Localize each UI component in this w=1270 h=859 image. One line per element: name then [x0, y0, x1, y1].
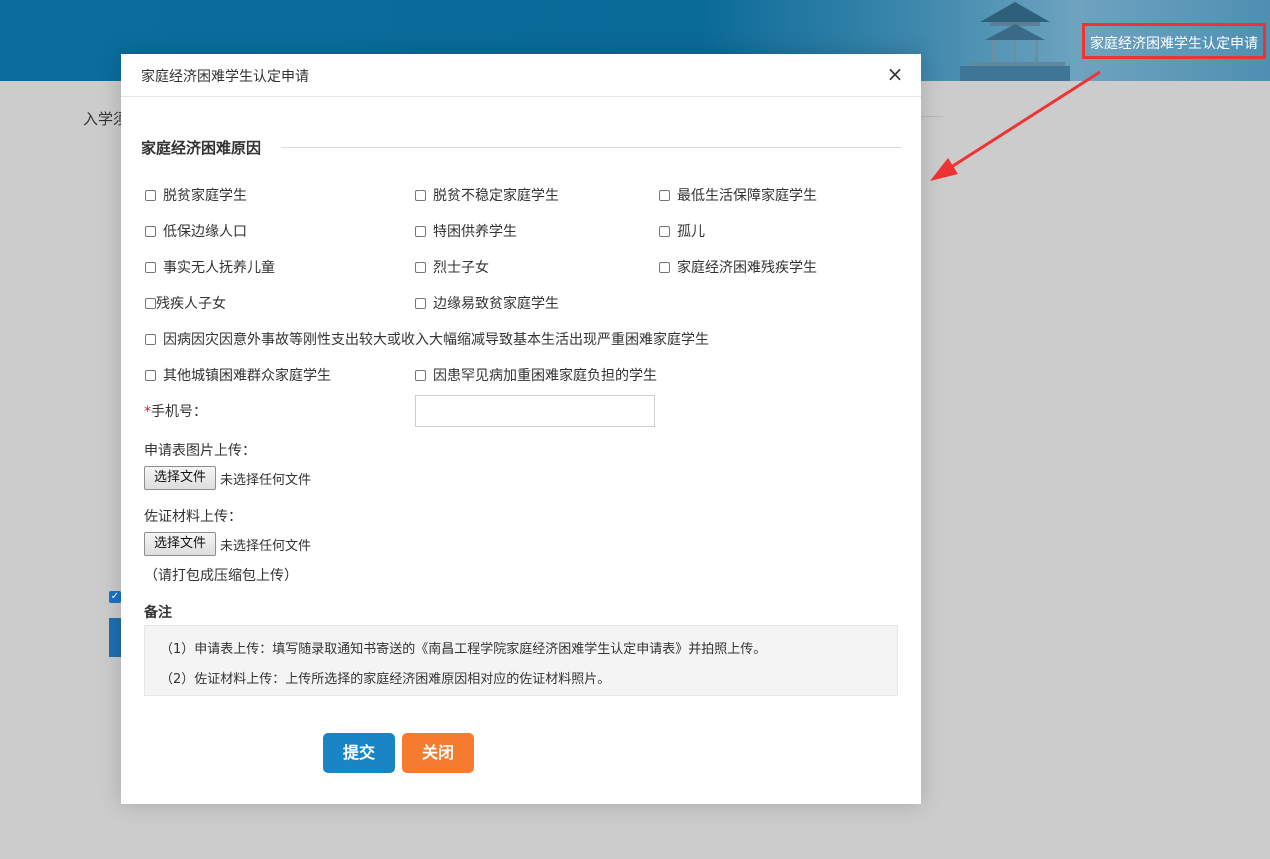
reason-label: 特困供养学生: [433, 224, 517, 240]
reason-checkbox[interactable]: 低保边缘人口: [145, 221, 247, 241]
checkbox-icon[interactable]: [415, 225, 426, 237]
checkbox-icon[interactable]: [415, 261, 426, 273]
phone-label-text: 手机号：: [151, 404, 207, 420]
reason-label: 低保边缘人口: [163, 224, 247, 240]
reason-checkbox[interactable]: 因病因灾因意外事故等刚性支出较大或收入大幅缩减导致基本生活出现严重困难家庭学生: [145, 329, 709, 349]
checkbox-icon[interactable]: [415, 297, 426, 309]
reason-checkbox[interactable]: 边缘易致贫家庭学生: [415, 293, 559, 313]
reason-label: 因患罕见病加重困难家庭负担的学生: [433, 368, 657, 384]
reason-checkbox[interactable]: 特困供养学生: [415, 221, 517, 241]
scroll-up-icon[interactable]: ^: [1243, 0, 1255, 10]
checkbox-icon[interactable]: [145, 333, 156, 345]
checkbox-icon[interactable]: [659, 225, 670, 237]
reason-checkbox[interactable]: 其他城镇困难群众家庭学生: [145, 365, 331, 385]
checkbox-icon[interactable]: [145, 297, 156, 309]
reason-checkbox[interactable]: 最低生活保障家庭学生: [659, 185, 817, 205]
section-divider: [281, 147, 901, 148]
checkbox-icon[interactable]: [415, 189, 426, 201]
reason-label: 脱贫不稳定家庭学生: [433, 188, 559, 204]
reason-label: 最低生活保障家庭学生: [677, 188, 817, 204]
background-checkbox[interactable]: ✓: [109, 591, 121, 603]
reason-checkbox[interactable]: 孤儿: [659, 221, 705, 241]
notes-box: （1）申请表上传：填写随录取通知书寄送的《南昌工程学院家庭经济困难学生认定申请表…: [144, 625, 898, 696]
close-icon[interactable]: ×: [885, 64, 905, 84]
evidence-upload-label: 佐证材料上传：: [144, 509, 242, 525]
application-upload-label: 申请表图片上传：: [144, 443, 256, 459]
application-file-status: 未选择任何文件: [220, 473, 312, 488]
note-line: （2）佐证材料上传：上传所选择的家庭经济困难原因相对应的佐证材料照片。: [160, 672, 611, 687]
notes-title: 备注: [144, 605, 172, 621]
modal-title: 家庭经济困难学生认定申请: [141, 69, 309, 85]
pavilion-image: [960, 2, 1070, 81]
application-modal: 家庭经济困难学生认定申请 × 家庭经济困难原因 脱贫家庭学生 脱贫不稳定家庭学生…: [121, 54, 921, 804]
reason-label: 孤儿: [677, 224, 705, 240]
checkbox-icon[interactable]: [145, 189, 156, 201]
highlight-annotation: [1082, 23, 1266, 59]
modal-header: 家庭经济困难学生认定申请 ×: [121, 54, 921, 97]
close-button[interactable]: 关闭: [402, 733, 474, 773]
application-file-button[interactable]: 选择文件: [144, 466, 216, 490]
reason-checkbox[interactable]: 烈士子女: [415, 257, 489, 277]
note-line: （1）申请表上传：填写随录取通知书寄送的《南昌工程学院家庭经济困难学生认定申请表…: [160, 642, 767, 657]
background-button[interactable]: [109, 618, 121, 657]
phone-input[interactable]: [415, 395, 655, 427]
checkbox-icon[interactable]: [145, 225, 156, 237]
reason-checkbox[interactable]: 脱贫家庭学生: [145, 185, 247, 205]
reason-label: 事实无人抚养儿童: [163, 260, 275, 276]
checkbox-icon[interactable]: [659, 261, 670, 273]
background-divider: [920, 116, 943, 117]
reason-label: 家庭经济困难残疾学生: [677, 260, 817, 276]
reason-checkbox[interactable]: 事实无人抚养儿童: [145, 257, 275, 277]
reason-label: 残疾人子女: [156, 296, 226, 312]
checkbox-icon[interactable]: [145, 369, 156, 381]
required-mark: *: [144, 404, 151, 420]
checkbox-icon[interactable]: [415, 369, 426, 381]
checkbox-icon[interactable]: [659, 189, 670, 201]
evidence-file-status: 未选择任何文件: [220, 539, 312, 554]
reason-checkbox[interactable]: 因患罕见病加重困难家庭负担的学生: [415, 365, 657, 385]
reason-checkbox[interactable]: 残疾人子女: [145, 293, 226, 313]
reason-label: 其他城镇困难群众家庭学生: [163, 368, 331, 384]
reason-checkbox[interactable]: 脱贫不稳定家庭学生: [415, 185, 559, 205]
checkbox-icon[interactable]: [145, 261, 156, 273]
section-title: 家庭经济困难原因: [141, 139, 262, 157]
evidence-upload-hint: （请打包成压缩包上传）: [144, 568, 298, 584]
evidence-file-button[interactable]: 选择文件: [144, 532, 216, 556]
reason-label: 烈士子女: [433, 260, 489, 276]
reason-label: 边缘易致贫家庭学生: [433, 296, 559, 312]
reason-label: 脱贫家庭学生: [163, 188, 247, 204]
submit-button[interactable]: 提交: [323, 733, 395, 773]
reason-checkbox[interactable]: 家庭经济困难残疾学生: [659, 257, 817, 277]
phone-label: *手机号：: [144, 401, 207, 421]
reason-label: 因病因灾因意外事故等刚性支出较大或收入大幅缩减导致基本生活出现严重困难家庭学生: [163, 332, 709, 348]
